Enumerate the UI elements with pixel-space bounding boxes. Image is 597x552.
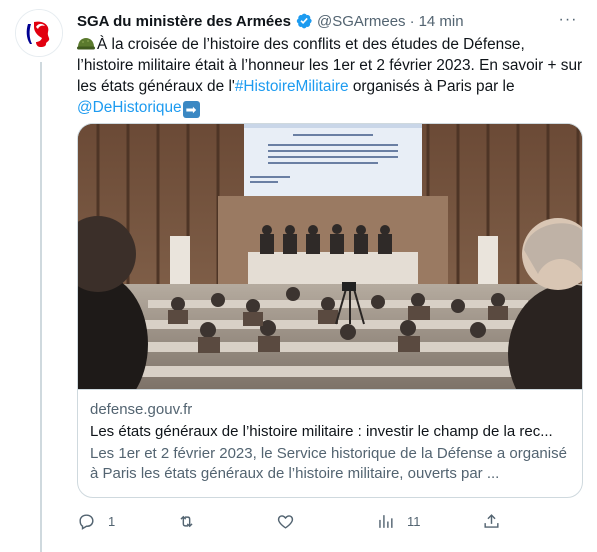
card-info: defense.gouv.fr Les états généraux de l’… [90, 400, 570, 484]
action-bar: 1 11 [77, 508, 499, 534]
author-name[interactable]: SGA du ministère des Armées [77, 13, 291, 30]
retweet-icon [180, 515, 193, 527]
tweet-header: SGA du ministère des Armées @SGArmees · … [77, 11, 587, 31]
thread-line [40, 62, 42, 552]
tweet-text: À la croisée de l’histoire des conflits … [77, 34, 585, 118]
retweet-button[interactable] [177, 508, 208, 534]
views-count: 11 [407, 513, 421, 529]
reply-count: 1 [108, 513, 116, 529]
verified-badge-icon [295, 12, 313, 30]
like-icon [277, 514, 294, 529]
conference-photo[interactable] [78, 124, 582, 390]
right-arrow-emoji: ➡ [182, 101, 200, 118]
mention-link[interactable]: @DeHistorique [77, 99, 182, 116]
share-button[interactable] [482, 508, 501, 534]
card-description: Les 1er et 2 février 2023, le Service hi… [90, 445, 567, 482]
share-icon [484, 513, 499, 528]
link-preview-card[interactable]: defense.gouv.fr Les états généraux de l’… [77, 123, 583, 498]
reply-button[interactable]: 1 [77, 508, 115, 534]
reply-icon [79, 513, 94, 530]
marianne-logo-icon [16, 10, 62, 56]
separator-dot: · [409, 12, 415, 30]
more-icon[interactable]: ··· [557, 11, 579, 31]
timestamp[interactable]: 14 min [419, 13, 464, 30]
card-title: Les états généraux de l’histoire militai… [90, 423, 553, 440]
author-handle[interactable]: @SGArmees [317, 13, 406, 30]
conference-photo-illustration [78, 124, 582, 389]
views-button[interactable]: 11 [376, 508, 421, 534]
military-helmet-emoji [77, 36, 95, 50]
tweet-text-part2: organisés à Paris par le [348, 78, 515, 95]
card-domain: defense.gouv.fr [90, 401, 193, 418]
like-button[interactable] [276, 508, 307, 534]
views-icon [379, 514, 393, 528]
hashtag-link[interactable]: #HistoireMilitaire [235, 78, 349, 95]
avatar[interactable] [15, 9, 63, 57]
